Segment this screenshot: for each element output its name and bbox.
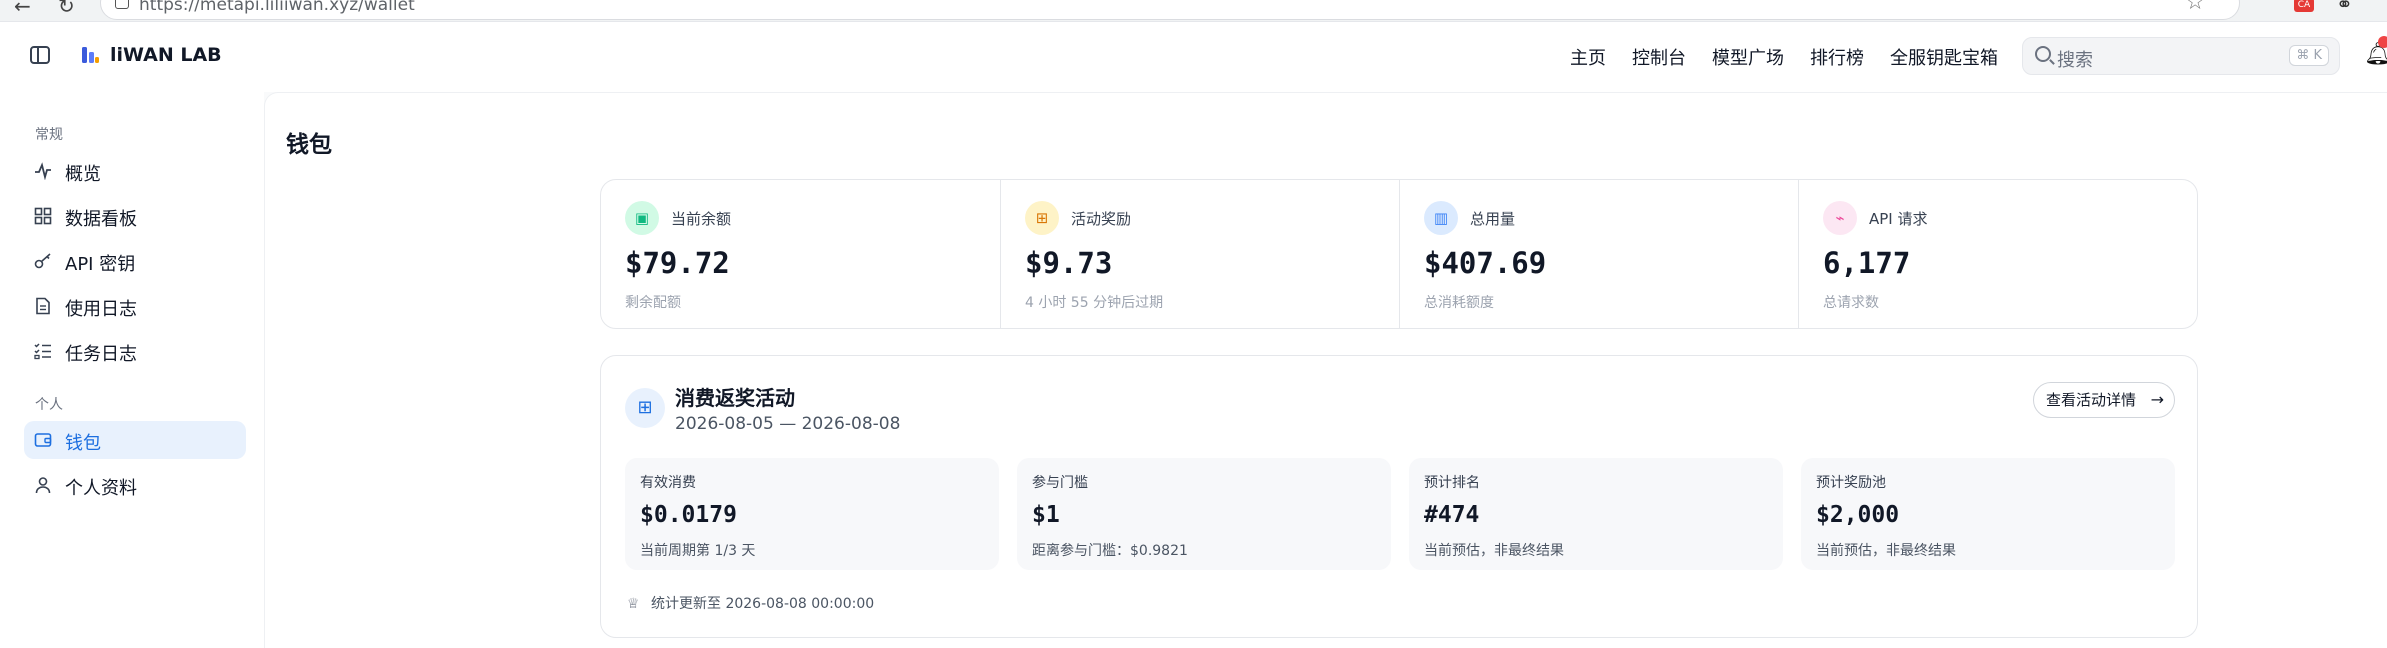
sidebar-toggle-icon[interactable] bbox=[30, 46, 50, 64]
view-activity-details-button[interactable]: 查看活动详情 → bbox=[2033, 382, 2175, 418]
metric-sub: 距离参与门槛：$0.9821 bbox=[1032, 543, 1188, 559]
page-title: 钱包 bbox=[286, 132, 332, 158]
sidebar-item-label: 钱包 bbox=[65, 433, 101, 454]
extension-badge[interactable]: CA bbox=[2294, 0, 2314, 12]
search-input[interactable]: 搜索 ⌘ K bbox=[2022, 37, 2340, 75]
url-text[interactable]: https://metapi.liliiwan.xyz/wallet bbox=[139, 0, 415, 15]
stat-label: 总用量 bbox=[1470, 210, 1516, 228]
stat-sub: 4 小时 55 分钟后过期 bbox=[1025, 295, 1164, 311]
wallet-icon: ▣ bbox=[625, 201, 659, 235]
metric-value: $1 bbox=[1032, 502, 1060, 528]
sidebar-item-wallet[interactable]: 钱包 bbox=[24, 421, 246, 459]
metric-value: $0.0179 bbox=[640, 502, 737, 528]
activity-icon bbox=[35, 162, 51, 180]
stat-value: $79.72 bbox=[625, 246, 730, 280]
user-icon bbox=[35, 477, 51, 494]
task-list-icon bbox=[34, 343, 51, 360]
stat-value: $9.73 bbox=[1025, 246, 1113, 280]
sidebar-item-label: 数据看板 bbox=[65, 209, 137, 230]
top-header: liWAN LAB 主页 控制台 模型广场 排行榜 全服钥匙宝箱 搜索 ⌘ K … bbox=[0, 22, 2387, 92]
metric-estimated-rank: 预计排名 #474 当前预估，非最终结果 bbox=[1409, 458, 1783, 570]
stat-balance: ▣ 当前余额 $79.72 剩余配额 bbox=[601, 180, 1000, 328]
sidebar-item-label: 个人资料 bbox=[65, 478, 137, 499]
stat-label: API 请求 bbox=[1869, 210, 1928, 228]
site-info-icon[interactable] bbox=[115, 0, 129, 9]
brand-name[interactable]: liWAN LAB bbox=[110, 44, 222, 66]
button-label: 查看活动详情 bbox=[2046, 391, 2137, 409]
key-icon bbox=[34, 253, 51, 269]
stat-label: 当前余额 bbox=[671, 210, 732, 228]
stat-label: 活动奖励 bbox=[1071, 210, 1132, 228]
notification-dot bbox=[2378, 36, 2387, 48]
metric-threshold: 参与门槛 $1 距离参与门槛：$0.9821 bbox=[1017, 458, 1391, 570]
top-nav: 主页 控制台 模型广场 排行榜 全服钥匙宝箱 bbox=[1570, 44, 2024, 70]
sidebar: 常规 概览 数据看板 API 密钥 使用日志 任务日志 个人 钱包 个人资料 bbox=[0, 92, 264, 648]
activity-title: 消费返奖活动 bbox=[675, 386, 795, 410]
sidebar-item-api-keys[interactable]: API 密钥 bbox=[24, 242, 246, 280]
metric-label: 预计奖励池 bbox=[1816, 475, 1886, 491]
stat-sub: 剩余配额 bbox=[625, 295, 681, 311]
nav-leaderboard[interactable]: 排行榜 bbox=[1810, 44, 1864, 70]
stats-updated-text: 统计更新至 2026-08-08 00:00:00 bbox=[651, 596, 875, 612]
metric-sub: 当前预估，非最终结果 bbox=[1424, 543, 1564, 559]
stat-value: 6,177 bbox=[1823, 246, 1911, 280]
bookmark-star-icon[interactable]: ☆ bbox=[2185, 0, 2205, 15]
metric-value: $2,000 bbox=[1816, 502, 1900, 528]
stat-api-requests: ⌁ API 请求 6,177 总请求数 bbox=[1798, 180, 2197, 328]
sidebar-item-profile[interactable]: 个人资料 bbox=[24, 466, 246, 504]
metric-label: 有效消费 bbox=[640, 475, 696, 491]
metric-valid-spend: 有效消费 $0.0179 当前周期第 1/3 天 bbox=[625, 458, 999, 570]
brand-logo-icon bbox=[82, 47, 99, 63]
arrow-right-icon: → bbox=[2150, 390, 2164, 409]
activity-footer: ♕ 统计更新至 2026-08-08 00:00:00 bbox=[627, 593, 874, 613]
reload-icon[interactable]: ↻ bbox=[58, 0, 75, 18]
gift-icon: ⊞ bbox=[1025, 201, 1059, 235]
browser-toolbar: ← ↻ https://metapi.liliiwan.xyz/wallet ☆… bbox=[0, 0, 2387, 22]
stat-sub: 总请求数 bbox=[1823, 295, 1879, 311]
bar-chart-icon: ▥ bbox=[1424, 201, 1458, 235]
dashboard-icon bbox=[34, 207, 52, 225]
search-icon bbox=[2035, 46, 2051, 62]
nav-console[interactable]: 控制台 bbox=[1632, 44, 1686, 70]
metric-label: 参与门槛 bbox=[1032, 475, 1088, 491]
sidebar-item-label: 任务日志 bbox=[65, 344, 137, 365]
sidebar-section-general: 常规 bbox=[35, 127, 63, 143]
stat-total-usage: ▥ 总用量 $407.69 总消耗额度 bbox=[1399, 180, 1798, 328]
gift-icon: ⊞ bbox=[625, 388, 665, 428]
document-icon bbox=[36, 297, 50, 315]
search-placeholder: 搜索 bbox=[2057, 50, 2093, 71]
sidebar-item-usage-logs[interactable]: 使用日志 bbox=[24, 287, 246, 325]
address-bar[interactable]: https://metapi.liliiwan.xyz/wallet ☆ bbox=[100, 0, 2240, 20]
metric-label: 预计排名 bbox=[1424, 475, 1480, 491]
metric-sub: 当前预估，非最终结果 bbox=[1816, 543, 1956, 559]
activity-card: ⊞ 消费返奖活动 2026-08-05 — 2026-08-08 查看活动详情 … bbox=[600, 355, 2198, 638]
wallet-icon bbox=[34, 433, 52, 447]
extension-icon[interactable]: ⚭ bbox=[2336, 0, 2353, 16]
search-shortcut: ⌘ K bbox=[2289, 45, 2329, 66]
sidebar-item-task-logs[interactable]: 任务日志 bbox=[24, 332, 246, 370]
back-icon[interactable]: ← bbox=[14, 0, 31, 18]
metric-reward-pool: 预计奖励池 $2,000 当前预估，非最终结果 bbox=[1801, 458, 2175, 570]
metric-sub: 当前周期第 1/3 天 bbox=[640, 543, 756, 559]
nav-models[interactable]: 模型广场 bbox=[1712, 44, 1784, 70]
sidebar-item-overview[interactable]: 概览 bbox=[24, 152, 246, 190]
sidebar-item-dashboard[interactable]: 数据看板 bbox=[24, 197, 246, 235]
activity-date-range: 2026-08-05 — 2026-08-08 bbox=[675, 414, 901, 434]
nav-home[interactable]: 主页 bbox=[1570, 44, 1606, 70]
pulse-icon: ⌁ bbox=[1823, 201, 1857, 235]
sidebar-section-personal: 个人 bbox=[35, 397, 63, 413]
metric-value: #474 bbox=[1424, 502, 1480, 528]
stats-card: ▣ 当前余额 $79.72 剩余配额 ⊞ 活动奖励 $9.73 4 小时 55 … bbox=[600, 179, 2198, 329]
stat-activity-reward: ⊞ 活动奖励 $9.73 4 小时 55 分钟后过期 bbox=[1000, 180, 1399, 328]
sidebar-item-label: 概览 bbox=[65, 164, 101, 185]
nav-key-chest[interactable]: 全服钥匙宝箱 bbox=[1890, 44, 1998, 70]
sidebar-item-label: API 密钥 bbox=[65, 254, 136, 275]
sidebar-item-label: 使用日志 bbox=[65, 299, 137, 320]
stat-value: $407.69 bbox=[1424, 246, 1547, 280]
stat-sub: 总消耗额度 bbox=[1424, 295, 1494, 311]
trophy-icon: ♕ bbox=[627, 596, 640, 612]
